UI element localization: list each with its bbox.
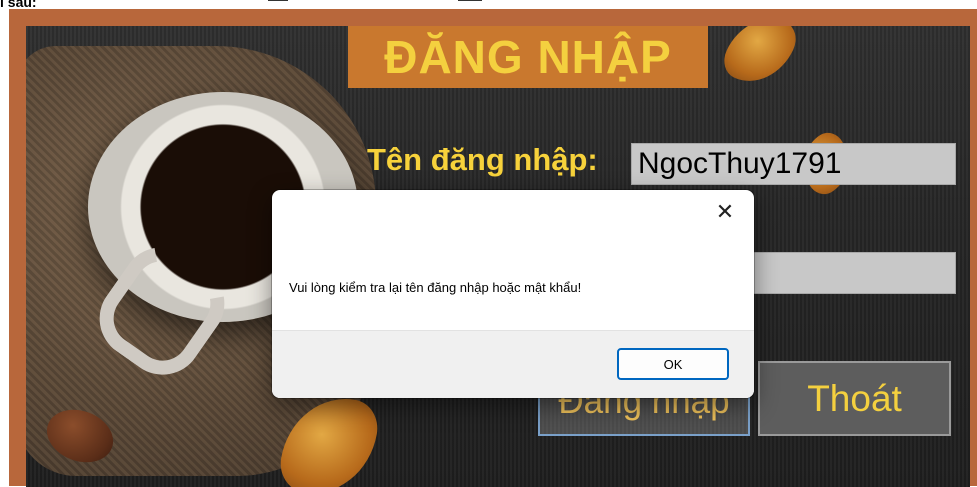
username-input[interactable]: NgocThuy1791 — [631, 143, 956, 185]
dialog-message: Vui lòng kiểm tra lại tên đăng nhập hoặc… — [289, 280, 582, 295]
divider — [458, 0, 482, 1]
leaf-image — [717, 26, 803, 96]
username-label: Tên đăng nhập: — [367, 142, 598, 177]
message-dialog: ✕ Vui lòng kiểm tra lại tên đăng nhập ho… — [272, 190, 754, 398]
password-input[interactable] — [751, 252, 956, 294]
dialog-footer: OK — [272, 330, 754, 398]
ok-button[interactable]: OK — [617, 348, 729, 380]
close-icon[interactable]: ✕ — [713, 200, 737, 224]
exit-button[interactable]: Thoát — [758, 361, 951, 436]
divider — [268, 0, 288, 1]
page-title: ĐĂNG NHẬP — [348, 26, 708, 88]
